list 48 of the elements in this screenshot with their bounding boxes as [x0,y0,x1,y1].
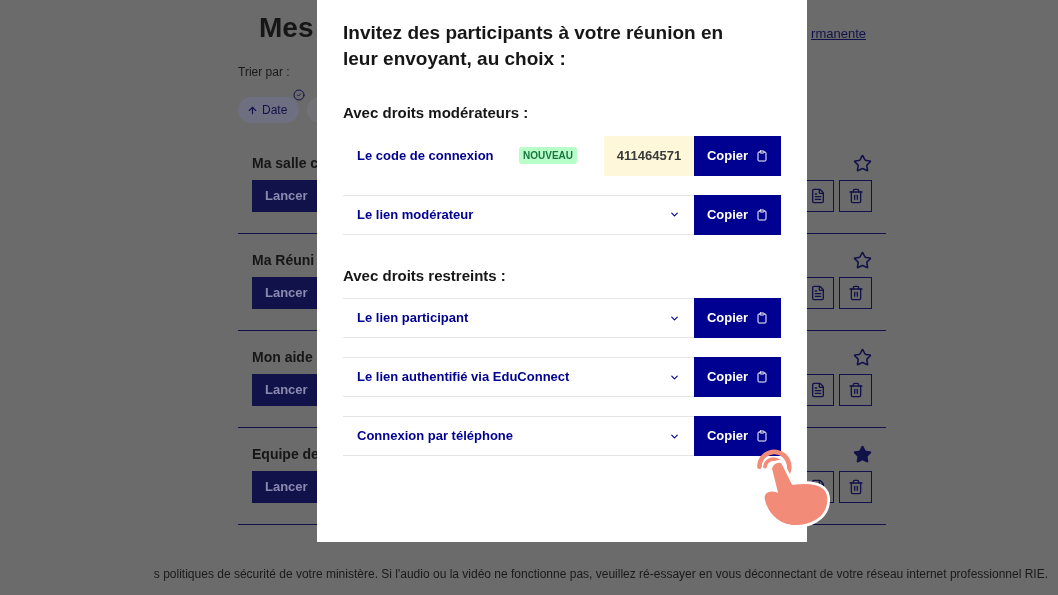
clipboard-icon [756,312,769,324]
link-select[interactable]: Le lien authentifié via EduConnect [343,357,694,397]
select-label: Le lien modérateur [357,205,475,224]
sort-chip[interactable]: Date [238,97,299,123]
trash-icon [847,285,864,301]
link-select[interactable]: Le lien modérateur [343,194,694,235]
document-icon [810,188,826,204]
clipboard-icon [756,208,769,221]
copy-button[interactable]: Copier [694,194,781,235]
footer-note: s politiques de sécurité de votre ministère. Si l'audio ou la vidéo ne fonctionne pas, veuillez ré-essayer en vous déconnectant de votre réseau internet professionnel RIE. [153,567,1048,581]
clipboard-icon [756,430,769,442]
document-icon [810,285,826,301]
connection-code: 411464571 [604,135,694,176]
select-label: Le lien authentifié via EduConnect [357,368,571,387]
star-icon[interactable] [853,251,872,270]
star-icon[interactable] [853,445,872,464]
document-icon [810,382,826,398]
copy-button[interactable]: Copier [694,135,781,176]
clipboard-icon [756,149,769,162]
room-name: Ma salle c [252,154,319,173]
select-label: Connexion par téléphone [357,427,514,446]
trash-icon [847,188,864,204]
copy-button[interactable]: Copier [694,357,781,397]
link-select[interactable]: Le lien participant [343,298,694,338]
select-label: Le lien participant [357,309,470,328]
row-label: Le code de connexion [356,146,495,165]
copy-button[interactable]: Copier [694,416,781,456]
delete-button[interactable] [839,180,872,212]
chevron-down-icon [669,209,680,220]
delete-button[interactable] [839,374,872,406]
trash-icon [847,479,864,495]
arrow-up-icon [247,104,258,116]
section-heading: Avec droits modérateurs : [343,103,530,123]
star-icon[interactable] [853,348,872,367]
clipboard-icon [756,371,769,383]
room-name: Mon aide [252,348,313,367]
trash-icon [847,382,864,398]
page-title: Mes [259,11,314,45]
sort-label: Trier par : [238,64,291,81]
delete-button[interactable] [839,471,872,503]
room-name: Ma Réuni [252,251,315,270]
new-badge: NOUVEAU [519,147,577,164]
dialog-title: Invitez des participants à votre réunion en leur envoyant, au choix : [343,21,725,71]
link-select[interactable]: Connexion par téléphone [343,416,694,456]
delete-button[interactable] [839,277,872,309]
copy-button[interactable]: Copier [694,298,781,338]
star-icon[interactable] [853,154,872,173]
section-heading: Avec droits restreints : [343,265,507,286]
